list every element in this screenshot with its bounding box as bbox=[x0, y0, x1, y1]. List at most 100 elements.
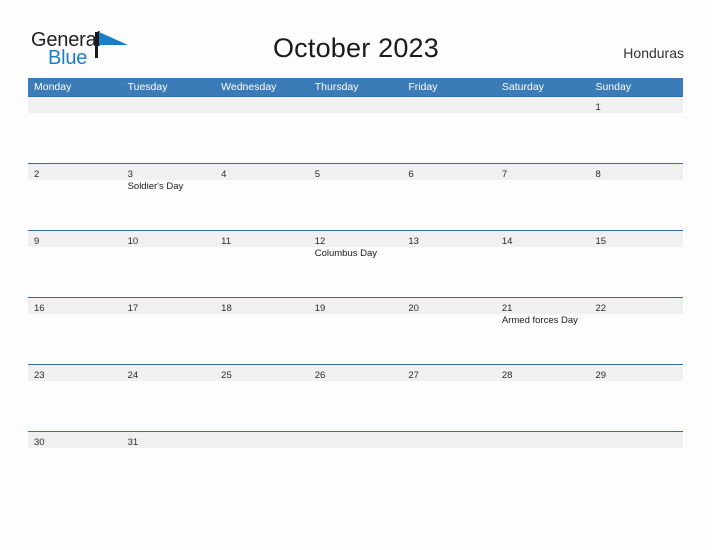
event-label bbox=[502, 247, 590, 248]
event-cell bbox=[496, 113, 590, 163]
day-number[interactable]: 8 bbox=[595, 169, 600, 180]
event-label bbox=[595, 180, 683, 181]
day-number[interactable]: 27 bbox=[408, 370, 419, 381]
event-label bbox=[315, 113, 403, 114]
day-of-week-header-row: Monday Tuesday Wednesday Thursday Friday… bbox=[28, 78, 683, 96]
day-number[interactable]: 15 bbox=[595, 236, 606, 247]
day-cell: 14 bbox=[496, 231, 590, 247]
day-cell: 1 bbox=[589, 97, 683, 113]
day-header-saturday: Saturday bbox=[501, 81, 544, 93]
day-cell bbox=[496, 432, 590, 448]
event-cell: Armed forces Day bbox=[496, 314, 590, 364]
day-header-tuesday: Tuesday bbox=[127, 81, 168, 93]
day-cell bbox=[496, 97, 590, 113]
week-daynumber-strip: 2 3 4 5 6 7 8 bbox=[28, 164, 683, 180]
day-number[interactable]: 5 bbox=[315, 169, 320, 180]
day-cell bbox=[215, 97, 309, 113]
event-cell bbox=[496, 247, 590, 297]
calendar-week-row: 9 10 11 12 13 14 15 Columbus Day bbox=[28, 230, 683, 297]
event-label bbox=[221, 381, 309, 382]
day-number[interactable]: 1 bbox=[595, 102, 600, 113]
day-number[interactable]: 14 bbox=[502, 236, 513, 247]
event-label bbox=[221, 113, 309, 114]
event-cell bbox=[122, 113, 216, 163]
week-daynumber-strip: 16 17 18 19 20 21 22 bbox=[28, 298, 683, 314]
event-cell bbox=[309, 113, 403, 163]
day-number[interactable]: 2 bbox=[34, 169, 39, 180]
event-label bbox=[408, 314, 496, 315]
calendar-week-row: 2 3 4 5 6 7 8 Soldier's Day bbox=[28, 163, 683, 230]
event-label bbox=[408, 113, 496, 114]
week-daynumber-strip: 9 10 11 12 13 14 15 bbox=[28, 231, 683, 247]
day-cell: 30 bbox=[28, 432, 122, 448]
event-label bbox=[128, 314, 216, 315]
event-label bbox=[595, 247, 683, 248]
day-number[interactable]: 3 bbox=[128, 169, 133, 180]
day-cell: 5 bbox=[309, 164, 403, 180]
day-cell: 17 bbox=[122, 298, 216, 314]
event-cell bbox=[28, 113, 122, 163]
day-cell bbox=[402, 97, 496, 113]
day-number[interactable]: 23 bbox=[34, 370, 45, 381]
day-cell: 22 bbox=[589, 298, 683, 314]
event-label bbox=[34, 247, 122, 248]
event-label bbox=[128, 247, 216, 248]
week-event-body: Armed forces Day bbox=[28, 314, 683, 364]
event-cell bbox=[215, 314, 309, 364]
event-label bbox=[408, 448, 496, 449]
day-cell: 20 bbox=[402, 298, 496, 314]
week-event-body bbox=[28, 448, 683, 498]
day-header-sunday: Sunday bbox=[595, 81, 632, 93]
event-label bbox=[34, 180, 122, 181]
day-number[interactable]: 28 bbox=[502, 370, 513, 381]
event-label bbox=[595, 314, 683, 315]
event-cell bbox=[28, 247, 122, 297]
day-number[interactable]: 17 bbox=[128, 303, 139, 314]
day-number[interactable]: 18 bbox=[221, 303, 232, 314]
week-event-body bbox=[28, 381, 683, 431]
day-cell: 4 bbox=[215, 164, 309, 180]
day-number[interactable]: 25 bbox=[221, 370, 232, 381]
day-cell: 7 bbox=[496, 164, 590, 180]
day-number[interactable]: 31 bbox=[128, 437, 139, 448]
event-label bbox=[595, 113, 683, 114]
day-number[interactable]: 13 bbox=[408, 236, 419, 247]
day-cell: 25 bbox=[215, 365, 309, 381]
day-number[interactable]: 21 bbox=[502, 303, 513, 314]
event-cell bbox=[402, 448, 496, 498]
event-label: Columbus Day bbox=[314, 248, 378, 259]
day-header-friday: Friday bbox=[408, 81, 438, 93]
day-cell: 12 bbox=[309, 231, 403, 247]
country-label: Honduras bbox=[623, 45, 684, 61]
day-number[interactable]: 10 bbox=[128, 236, 139, 247]
event-cell bbox=[402, 113, 496, 163]
event-cell bbox=[122, 314, 216, 364]
day-number[interactable]: 9 bbox=[34, 236, 39, 247]
event-label bbox=[408, 180, 496, 181]
day-number[interactable]: 4 bbox=[221, 169, 226, 180]
day-number[interactable]: 16 bbox=[34, 303, 45, 314]
day-number[interactable]: 30 bbox=[34, 437, 45, 448]
day-cell: 2 bbox=[28, 164, 122, 180]
day-number[interactable]: 20 bbox=[408, 303, 419, 314]
day-number[interactable]: 22 bbox=[595, 303, 606, 314]
day-number[interactable]: 12 bbox=[315, 236, 326, 247]
day-number[interactable]: 24 bbox=[128, 370, 139, 381]
event-cell bbox=[402, 314, 496, 364]
event-cell bbox=[122, 247, 216, 297]
event-cell bbox=[402, 381, 496, 431]
day-cell: 24 bbox=[122, 365, 216, 381]
day-number[interactable]: 19 bbox=[315, 303, 326, 314]
day-number[interactable]: 6 bbox=[408, 169, 413, 180]
day-cell: 13 bbox=[402, 231, 496, 247]
day-cell bbox=[215, 432, 309, 448]
day-cell: 18 bbox=[215, 298, 309, 314]
day-number[interactable]: 11 bbox=[221, 236, 231, 247]
event-label bbox=[34, 448, 122, 449]
event-label bbox=[502, 381, 590, 382]
day-number[interactable]: 26 bbox=[315, 370, 326, 381]
event-cell bbox=[122, 448, 216, 498]
day-number[interactable]: 7 bbox=[502, 169, 507, 180]
day-number[interactable]: 29 bbox=[595, 370, 606, 381]
event-label bbox=[128, 113, 216, 114]
